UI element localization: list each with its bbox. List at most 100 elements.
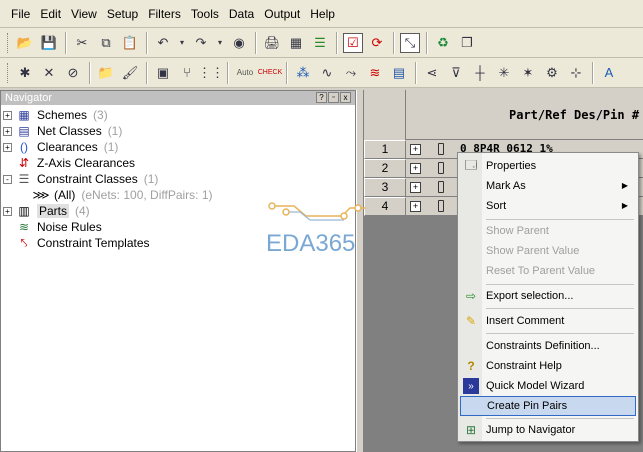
menu-separator: [486, 219, 634, 220]
fork-icon[interactable]: ⑂: [177, 63, 197, 83]
column-header-part-ref-des-pin[interactable]: Part/Ref Des/Pin #: [509, 108, 639, 122]
noise-rules-icon: ≋: [18, 220, 30, 234]
menu-edit[interactable]: Edit: [35, 0, 66, 28]
blank-icon: [460, 241, 482, 261]
star-topology-icon[interactable]: ✶: [518, 63, 538, 83]
tree-item-count: (3): [93, 108, 108, 122]
redo-icon[interactable]: ↷: [191, 33, 211, 53]
menu-output[interactable]: Output: [259, 0, 305, 28]
matrix-icon[interactable]: ⋮⋮: [198, 63, 224, 83]
brush-icon[interactable]: 🖌: [120, 63, 140, 83]
undo-dropdown-icon[interactable]: ▾: [177, 33, 187, 53]
menu-item-jump-to-navigator[interactable]: ⊞ Jump to Navigator: [460, 420, 636, 440]
collapse-toggle[interactable]: -: [3, 174, 12, 184]
asterisk-icon[interactable]: ✱: [15, 63, 35, 83]
menu-item-create-pin-pairs[interactable]: Create Pin Pairs: [460, 396, 636, 416]
cut-icon[interactable]: ✂: [72, 33, 92, 53]
refresh-icon[interactable]: ⟳: [367, 33, 387, 53]
menu-item-mark-as[interactable]: Mark As ▶: [460, 176, 636, 196]
expand-toggle[interactable]: +: [3, 206, 12, 216]
menu-tools[interactable]: Tools: [186, 0, 224, 28]
no-edit-icon[interactable]: ⊘: [63, 63, 83, 83]
connect-icon[interactable]: ⤳: [341, 63, 361, 83]
menu-help[interactable]: Help: [305, 0, 340, 28]
row-number[interactable]: 2: [364, 159, 406, 178]
expand-toggle[interactable]: +: [3, 110, 12, 120]
tree-item-clearances[interactable]: + () Clearances (1): [3, 139, 118, 155]
delete-icon[interactable]: ✕: [39, 63, 59, 83]
toolbar-separator: [146, 31, 147, 54]
pin-icon[interactable]: ⊽: [446, 63, 466, 83]
menu-item-constraints-definition[interactable]: Constraints Definition...: [460, 336, 636, 356]
expand-toggle[interactable]: +: [3, 126, 12, 136]
layers-icon[interactable]: ☰: [310, 33, 330, 53]
tree-item-net-classes[interactable]: + ▤ Net Classes (1): [3, 123, 122, 139]
toolbar-grip[interactable]: [7, 62, 10, 83]
tree-item-noise-rules[interactable]: ≋ Noise Rules: [16, 219, 102, 235]
shield-net-icon[interactable]: ⚙: [542, 63, 562, 83]
navigator-pin-button[interactable]: ▫: [328, 92, 339, 103]
menu-item-sort[interactable]: Sort ▶: [460, 196, 636, 216]
tree-item-constraint-classes[interactable]: - ☰ Constraint Classes (1): [3, 171, 158, 187]
net-topology-icon[interactable]: ⁂: [293, 63, 313, 83]
menu-setup[interactable]: Setup: [102, 0, 143, 28]
navigator-close-button[interactable]: x: [340, 92, 351, 103]
menu-item-properties[interactable]: 🗔 Properties: [460, 156, 636, 176]
route-icon[interactable]: ∿: [317, 63, 337, 83]
text-icon[interactable]: A: [599, 63, 619, 83]
redo-dropdown-icon[interactable]: ▾: [215, 33, 225, 53]
grid-corner[interactable]: [364, 90, 406, 140]
expand-row-icon[interactable]: +: [410, 201, 421, 212]
paste-icon[interactable]: 📋: [120, 33, 140, 53]
cross-icon[interactable]: ✳: [494, 63, 514, 83]
auto-button[interactable]: Auto: [234, 63, 256, 83]
menu-view[interactable]: View: [66, 0, 102, 28]
expand-row-icon[interactable]: +: [410, 144, 421, 155]
save-icon[interactable]: 💾: [39, 33, 59, 53]
tree-item-all[interactable]: ⋙ (All) (eNets: 100, DiffPairs: 1): [32, 187, 212, 203]
menu-filters[interactable]: Filters: [143, 0, 186, 28]
menu-item-quick-model-wizard[interactable]: » Quick Model Wizard: [460, 376, 636, 396]
menu-file[interactable]: File: [6, 0, 35, 28]
menu-item-insert-comment[interactable]: ✎ Insert Comment: [460, 311, 636, 331]
recycle-icon[interactable]: ♻: [433, 33, 453, 53]
open-folder-icon[interactable]: 📂: [15, 33, 35, 53]
expand-row-icon[interactable]: +: [410, 163, 421, 174]
expand-row-icon[interactable]: +: [410, 182, 421, 193]
row-number[interactable]: 3: [364, 178, 406, 197]
tree-item-constraint-templates[interactable]: ⤣ Constraint Templates: [16, 235, 150, 251]
tree-item-z-axis-clearances[interactable]: ⇵ Z-Axis Clearances: [16, 155, 135, 171]
copy-icon[interactable]: ⧉: [96, 33, 116, 53]
expand-toggle[interactable]: +: [3, 142, 12, 152]
junction-icon[interactable]: ┼: [470, 63, 490, 83]
component-icon[interactable]: ▣: [153, 63, 173, 83]
copy-sheet-icon[interactable]: ❐: [457, 33, 477, 53]
tree-item-parts[interactable]: + ▥ Parts (4): [3, 203, 90, 219]
panel-splitter[interactable]: [356, 90, 364, 452]
undo-icon[interactable]: ↶: [153, 33, 173, 53]
tree-item-schemes[interactable]: + ▦ Schemes (3): [3, 107, 108, 123]
spreadsheet-icon[interactable]: ▦: [286, 33, 306, 53]
toolbar-separator: [286, 61, 287, 84]
tree-topology-icon[interactable]: ⊹: [566, 63, 586, 83]
component-icon: [438, 181, 444, 193]
print-icon[interactable]: 🖨: [262, 33, 282, 53]
folder-edit-icon[interactable]: 📁: [96, 63, 116, 83]
diff-pair-icon[interactable]: ≋: [365, 63, 385, 83]
menu-item-label: Properties: [486, 160, 537, 172]
select-tool-icon[interactable]: ⤡: [400, 32, 420, 53]
find-icon[interactable]: ◉: [229, 33, 249, 53]
check-constraints-icon[interactable]: ☑: [343, 32, 363, 53]
branch-icon[interactable]: ⋖: [422, 63, 442, 83]
menu-data[interactable]: Data: [224, 0, 259, 28]
check-button[interactable]: CHECK: [258, 63, 283, 83]
properties-icon: 🗔: [464, 157, 478, 172]
menu-item-constraint-help[interactable]: ? Constraint Help: [460, 356, 636, 376]
menu-item-export-selection[interactable]: ⇨ Export selection...: [460, 286, 636, 306]
toolbar-grip[interactable]: [7, 32, 10, 53]
row-number[interactable]: 1: [364, 140, 406, 159]
menu-item-label: Show Parent Value: [486, 245, 580, 257]
bus-icon[interactable]: ▤: [389, 63, 409, 83]
navigator-help-button[interactable]: ?: [316, 92, 327, 103]
blank-icon: [461, 396, 483, 416]
